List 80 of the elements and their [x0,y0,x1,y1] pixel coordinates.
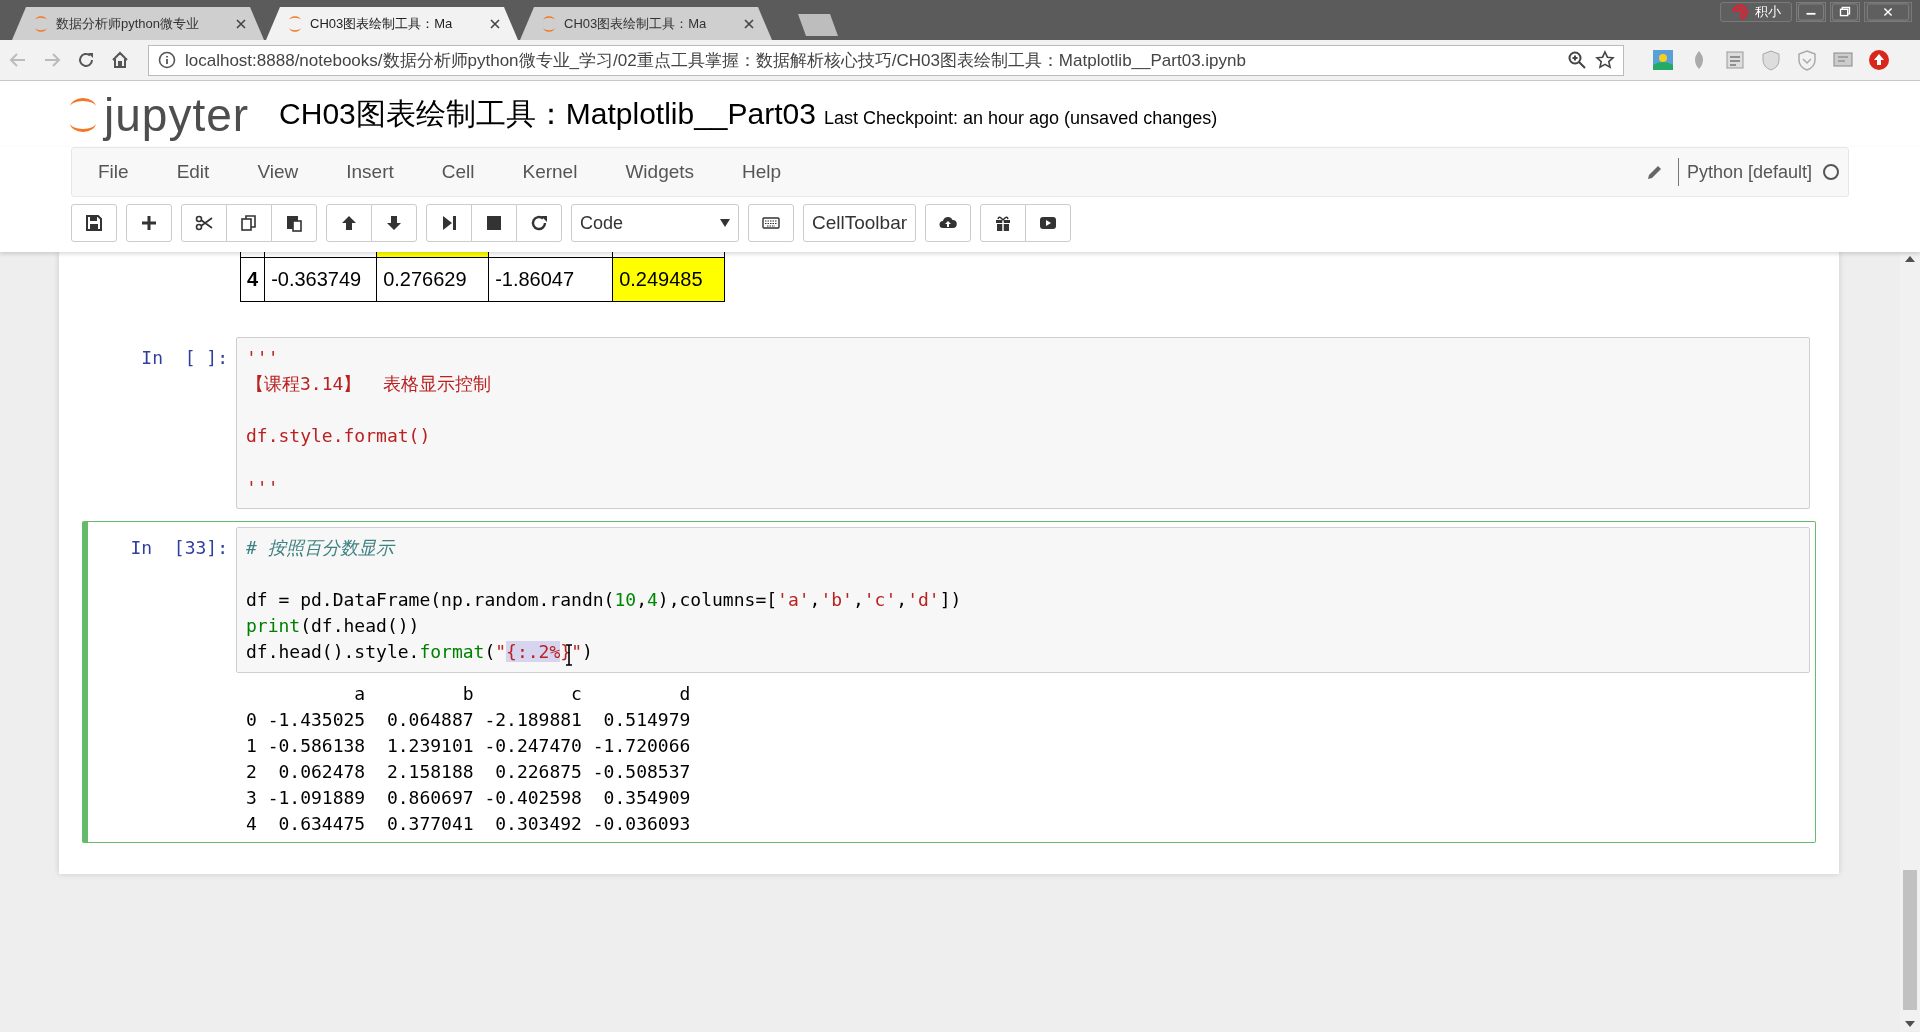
notebook-title[interactable]: CH03图表绘制工具：Matplotlib__Part03 [279,94,816,135]
step-forward-button[interactable] [426,204,472,242]
gift-icon [994,214,1013,232]
arrow-down-button[interactable] [371,204,417,242]
restore-icon[interactable] [1830,2,1860,22]
jupyter-logo-icon [286,14,304,33]
menu-item[interactable]: Insert [322,161,418,183]
cut-button[interactable] [181,204,227,242]
close-icon[interactable] [236,18,246,29]
scroll-down-icon[interactable] [1905,1020,1915,1028]
star-icon[interactable] [1595,50,1615,70]
reload-icon[interactable] [76,50,96,70]
video-play-button[interactable] [1025,204,1072,242]
cut-icon [195,214,213,232]
browser-tab[interactable]: CH03图表绘制工具：Ma [520,7,772,40]
keyboard-button[interactable] [748,204,794,242]
table-cell: -0.363749 [264,257,377,301]
selected-cell[interactable] [82,520,1816,843]
copy-button[interactable] [226,204,272,242]
paste-button[interactable] [271,204,317,242]
checkpoint-status: Last Checkpoint: an hour ago (unsaved changes) [823,108,1218,129]
upload-icon[interactable] [1868,49,1890,71]
swirl-icon [1731,3,1749,21]
browser-tab[interactable]: 数据分析师python微专业 [12,7,264,40]
jupyter-logo-icon [32,14,50,33]
home-icon[interactable] [110,50,130,70]
close-icon[interactable] [490,18,500,29]
step-forward-icon [440,214,458,232]
cell-type-dropdown[interactable]: Code [571,204,739,242]
extension-button[interactable]: 积小 [1720,2,1792,22]
add-icon [140,214,158,232]
minimize-icon[interactable] [1796,2,1826,22]
input-prompt: In [ ]: [140,345,229,370]
kernel-name[interactable]: Python [default] [1677,158,1812,186]
pencil-icon[interactable] [1645,163,1664,181]
copy-icon [240,214,258,232]
arrow-down-icon [385,214,403,232]
menu-item[interactable]: Widgets [601,161,719,183]
add-button[interactable] [126,204,172,242]
stop-icon [485,214,503,232]
puzzle-icon[interactable] [1724,49,1746,71]
caret-icon [720,219,730,227]
save-button[interactable] [71,204,117,242]
stop-button[interactable] [471,204,517,242]
notebook-cell[interactable]: In [ ]: ''' 【课程3.14】 表格显示控制 df.style.format() ''' [82,330,1816,515]
menu-item[interactable]: Help [718,161,806,183]
keyboard-icon [762,214,780,232]
gift-button[interactable] [980,204,1027,242]
table-cell: -1.86047 [488,257,613,301]
menu-item[interactable]: Edit [152,161,234,183]
menu-item[interactable]: Kernel [498,161,602,183]
landscape-icon[interactable] [1652,49,1674,71]
restart-icon [530,214,548,232]
address-field[interactable]: localhost:8888/notebooks/数据分析师python微专业_学习/02重点工具掌握：数据解析核心技巧/CH03图表绘制工具：Matplotlib__Part03.ipynb [148,44,1624,76]
extension-label: 积小 [1755,3,1781,21]
output-text: a b c d 0 -1.435025 0.064887 -2.189881 0.514979 1 -0.586138 1.239101 -0.247470 -1.720066 2 0.062478 2.158188 0.226875 -0.508537 3 -1.091889 0.860697 -0.402598 0.354909 4 0.634475 0.377041 0.303492 -0.036093 [246,681,692,836]
scrollbar-thumb[interactable] [1903,870,1917,1010]
table-cell: 0.249485 [612,257,725,301]
info-icon [157,50,177,70]
arrow-up-icon [340,214,358,232]
input-prompt: In [33]: [129,535,229,560]
browser-tab[interactable]: CH03图表绘制工具：Ma [266,7,518,40]
celltoolbar-button[interactable]: CellToolbar [803,204,917,242]
table-cell: 0.276629 [376,257,489,301]
save-icon [85,214,103,232]
shield-check-icon[interactable] [1796,49,1818,71]
new-tab-button[interactable] [798,14,838,36]
menu-item[interactable]: Cell [417,161,499,183]
arrow-up-button[interactable] [326,204,372,242]
close-icon[interactable] [744,18,754,29]
zoom-icon[interactable] [1567,50,1587,70]
menu-item[interactable]: View [233,161,323,183]
paste-icon [285,214,303,232]
restart-button[interactable] [516,204,562,242]
row-index: 4 [240,257,265,301]
jupyter-logo-icon [540,14,558,33]
scroll-up-icon[interactable] [1905,255,1915,263]
video-play-icon [1039,214,1058,232]
cloud-upload-button[interactable] [925,204,972,242]
menu-item[interactable]: File [74,161,153,183]
